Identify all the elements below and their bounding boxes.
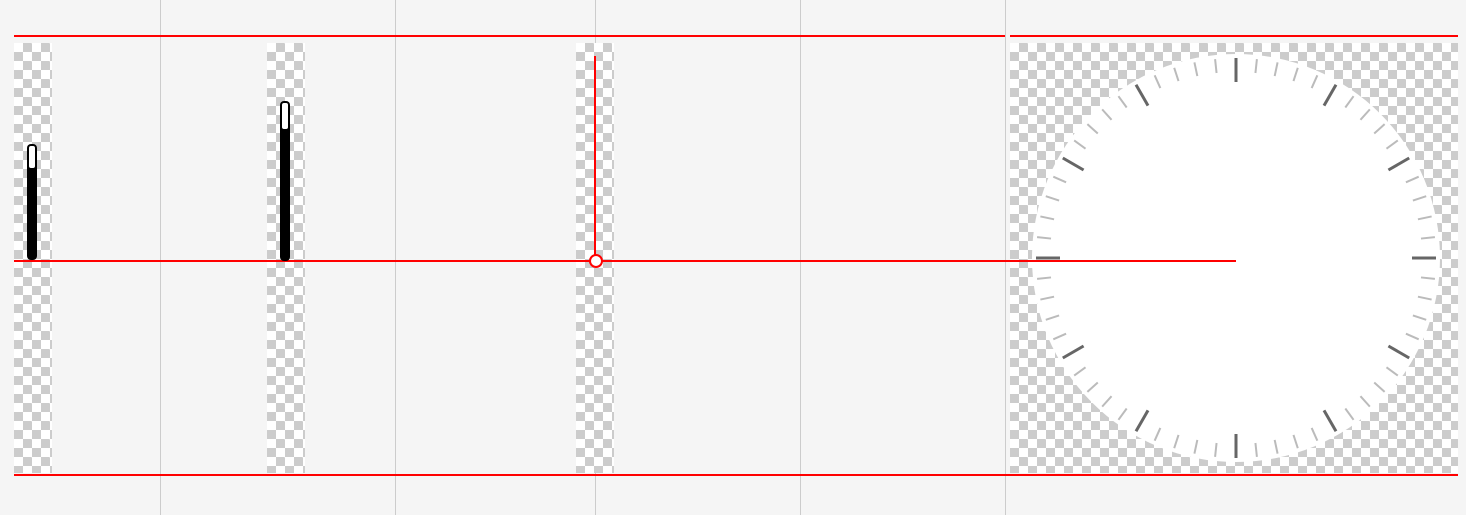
- clock-tick-minor: [1118, 96, 1128, 109]
- clock-tick-major: [1062, 345, 1084, 360]
- clock-tick-minor: [1374, 382, 1386, 393]
- clock-tick-minor: [1418, 296, 1432, 301]
- clock-tick-minor: [1087, 382, 1099, 393]
- clock-tick-minor: [1087, 123, 1099, 134]
- clock-tick-minor: [1406, 333, 1420, 341]
- clock-tick-minor: [1053, 333, 1067, 341]
- clock-minute-hand-tip: [282, 103, 288, 129]
- selection-edge-top: [1010, 35, 1458, 37]
- grid-guide-vertical: [160, 0, 161, 515]
- selection-edge-top: [14, 35, 1005, 37]
- clock-tick-minor: [1118, 408, 1128, 421]
- clock-tick-minor: [1386, 367, 1399, 377]
- clock-face: [1032, 54, 1440, 462]
- clock-tick-minor: [1374, 123, 1386, 134]
- clock-tick-minor: [1254, 443, 1257, 457]
- clock-second-hand-pivot: [589, 254, 603, 268]
- clock-tick-minor: [1413, 195, 1427, 201]
- clock-tick-minor: [1040, 296, 1054, 301]
- clock-hour-hand-tip: [29, 146, 35, 168]
- clock-tick-minor: [1311, 75, 1319, 89]
- clock-tick-minor: [1101, 109, 1112, 121]
- selection-edge-bottom: [14, 474, 1458, 476]
- clock-hour-hand: [27, 144, 37, 260]
- clock-tick-minor: [1040, 215, 1054, 220]
- clock-tick-minor: [1173, 67, 1179, 81]
- clock-tick-major: [1235, 434, 1238, 458]
- clock-tick-minor: [1074, 140, 1087, 150]
- clock-tick-major: [1235, 58, 1238, 82]
- clock-tick-minor: [1274, 62, 1279, 76]
- clock-tick-minor: [1311, 428, 1319, 442]
- clock-tick-minor: [1345, 408, 1355, 421]
- clock-tick-minor: [1418, 215, 1432, 220]
- clock-tick-minor: [1045, 315, 1059, 321]
- grid-guide-vertical: [395, 0, 396, 515]
- clock-tick-minor: [1345, 96, 1355, 109]
- clock-tick-major: [1388, 157, 1410, 172]
- asset-layout-preview: [0, 0, 1466, 515]
- clock-tick-minor: [1406, 176, 1420, 184]
- clock-tick-minor: [1293, 67, 1299, 81]
- clock-tick-minor: [1053, 176, 1067, 184]
- clock-tick-minor: [1254, 59, 1257, 73]
- clock-tick-minor: [1421, 236, 1435, 239]
- clock-tick-minor: [1386, 140, 1399, 150]
- clock-tick-major: [1323, 84, 1338, 106]
- clock-tick-minor: [1101, 396, 1112, 408]
- clock-minute-hand: [280, 101, 290, 261]
- clock-tick-minor: [1293, 435, 1299, 449]
- clock-tick-minor: [1045, 195, 1059, 201]
- clock-tick-major: [1323, 410, 1338, 432]
- clock-tick-minor: [1037, 276, 1051, 279]
- clock-tick-major: [1135, 410, 1150, 432]
- clock-tick-minor: [1074, 367, 1087, 377]
- clock-tick-minor: [1360, 396, 1371, 408]
- clock-second-hand: [594, 56, 596, 260]
- clock-tick-minor: [1173, 435, 1179, 449]
- clock-tick-minor: [1037, 236, 1051, 239]
- clock-tick-minor: [1360, 109, 1371, 121]
- clock-tick-major: [1388, 345, 1410, 360]
- grid-guide-vertical: [800, 0, 801, 515]
- clock-tick-minor: [1274, 440, 1279, 454]
- clock-tick-major: [1062, 157, 1084, 172]
- clock-tick-minor: [1421, 276, 1435, 279]
- clock-tick-major: [1135, 84, 1150, 106]
- clock-tick-minor: [1413, 315, 1427, 321]
- clock-tick-minor: [1214, 443, 1217, 457]
- clock-tick-minor: [1193, 440, 1198, 454]
- clock-tick-minor: [1214, 59, 1217, 73]
- clock-tick-minor: [1154, 75, 1162, 89]
- clock-tick-major: [1412, 257, 1436, 260]
- clock-tick-minor: [1193, 62, 1198, 76]
- selection-edge-middle: [14, 260, 1236, 262]
- clock-tick-minor: [1154, 428, 1162, 442]
- grid-guide-vertical: [1005, 0, 1006, 515]
